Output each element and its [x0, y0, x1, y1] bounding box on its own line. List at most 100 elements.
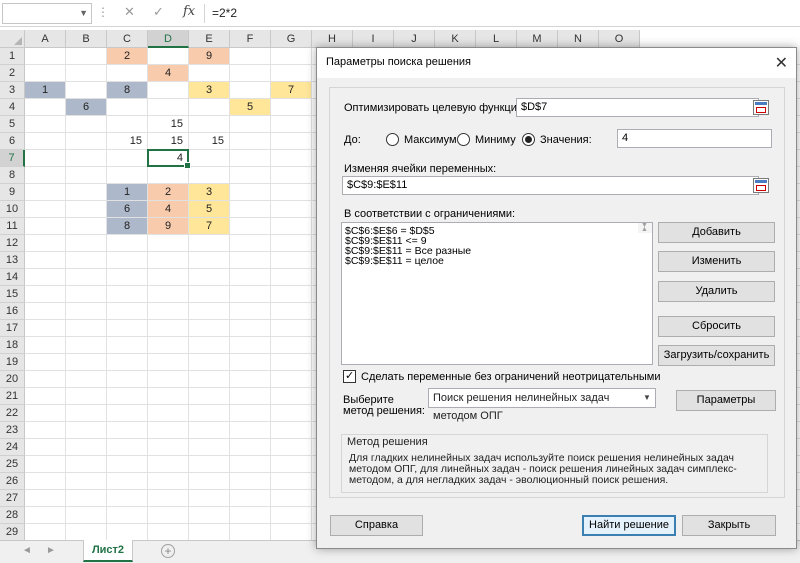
row-header-19[interactable]: 19 [0, 354, 25, 371]
chevron-down-icon[interactable]: ▼ [79, 8, 88, 18]
nonnegative-checkbox[interactable] [343, 369, 356, 383]
row-header-11[interactable]: 11 [0, 218, 25, 235]
load-save-button[interactable]: Загрузить/сохранить [658, 345, 775, 366]
chevron-down-icon[interactable]: ▼ [639, 389, 655, 407]
range-select-icon[interactable] [753, 100, 769, 115]
cell-d2[interactable]: 4 [148, 65, 188, 81]
enter-icon[interactable]: ✓ [153, 4, 164, 20]
prev-sheet-icon[interactable]: ◄ [22, 545, 32, 556]
row-header-6[interactable]: 6 [0, 133, 25, 150]
close-icon[interactable]: ✕ [775, 53, 788, 73]
constraints-list[interactable]: $C$6:$E$6 = $D$5 $C$9:$E$11 <= 9 $C$9:$E… [341, 222, 653, 365]
row-header-14[interactable]: 14 [0, 269, 25, 286]
row-header-3[interactable]: 3 [0, 82, 25, 99]
scrollbar[interactable]: ▲ ▼ [638, 221, 652, 233]
row-header-9[interactable]: 9 [0, 184, 25, 201]
row-header-22[interactable]: 22 [0, 405, 25, 422]
cell-a3[interactable]: 1 [25, 82, 65, 98]
row-header-26[interactable]: 26 [0, 473, 25, 490]
row-header-12[interactable]: 12 [0, 235, 25, 252]
row-header-1[interactable]: 1 [0, 48, 25, 65]
column-header-a[interactable]: A [25, 30, 66, 48]
row-header-5[interactable]: 5 [0, 116, 25, 133]
cell-g3[interactable]: 7 [271, 82, 311, 98]
column-header-i[interactable]: I [353, 30, 394, 48]
cell-d11[interactable]: 9 [148, 218, 188, 234]
objective-input[interactable]: $D$7 [516, 98, 759, 117]
cell-e11[interactable]: 7 [189, 218, 229, 234]
cell-e1[interactable]: 9 [189, 48, 229, 64]
row-header-2[interactable]: 2 [0, 65, 25, 82]
row-header-13[interactable]: 13 [0, 252, 25, 269]
row-header-15[interactable]: 15 [0, 286, 25, 303]
cell-b4[interactable]: 6 [66, 99, 106, 115]
target-value-input[interactable]: 4 [617, 129, 772, 148]
list-item[interactable]: $C$9:$E$11 = целое [345, 256, 652, 267]
row-header-17[interactable]: 17 [0, 320, 25, 337]
column-header-f[interactable]: F [230, 30, 271, 48]
column-header-o[interactable]: O [599, 30, 640, 48]
cell-d10[interactable]: 4 [148, 201, 188, 217]
cell-c10[interactable]: 6 [107, 201, 147, 217]
radio-max[interactable] [386, 133, 399, 146]
row-header-25[interactable]: 25 [0, 456, 25, 473]
cell-d6[interactable]: 15 [148, 133, 188, 149]
cell-c1[interactable]: 2 [107, 48, 147, 64]
range-select-icon[interactable] [753, 178, 769, 193]
column-header-n[interactable]: N [558, 30, 599, 48]
cancel-icon[interactable]: ✕ [124, 4, 135, 20]
cell-c6[interactable]: 15 [107, 133, 147, 149]
row-header-8[interactable]: 8 [0, 167, 25, 184]
options-button[interactable]: Параметры [676, 390, 776, 411]
cell-f4[interactable]: 5 [230, 99, 270, 115]
column-header-g[interactable]: G [271, 30, 312, 48]
row-header-16[interactable]: 16 [0, 303, 25, 320]
row-header-18[interactable]: 18 [0, 337, 25, 354]
row-header-27[interactable]: 27 [0, 490, 25, 507]
row-header-7[interactable]: 7 [0, 150, 25, 167]
active-cell-border[interactable] [147, 149, 191, 169]
cell-c11[interactable]: 8 [107, 218, 147, 234]
column-header-l[interactable]: L [476, 30, 517, 48]
close-button[interactable]: Закрыть [682, 515, 776, 536]
delete-button[interactable]: Удалить [658, 281, 775, 302]
radio-value[interactable] [522, 133, 535, 146]
column-header-m[interactable]: M [517, 30, 558, 48]
column-header-c[interactable]: C [107, 30, 148, 48]
column-header-e[interactable]: E [189, 30, 230, 48]
column-header-j[interactable]: J [394, 30, 435, 48]
change-button[interactable]: Изменить [658, 251, 775, 272]
variables-input[interactable]: $C$9:$E$11 [342, 176, 759, 195]
sheet-tab[interactable]: Лист2 [83, 540, 133, 562]
add-button[interactable]: Добавить [658, 222, 775, 243]
column-header-b[interactable]: B [66, 30, 107, 48]
insert-function-icon[interactable]: fx [183, 4, 195, 19]
scroll-down-icon[interactable]: ▼ [641, 221, 648, 231]
row-header-4[interactable]: 4 [0, 99, 25, 116]
column-header-d[interactable]: D [148, 30, 189, 48]
row-header-21[interactable]: 21 [0, 388, 25, 405]
cell-e9[interactable]: 3 [189, 184, 229, 200]
solve-button[interactable]: Найти решение [582, 515, 676, 536]
help-button[interactable]: Справка [330, 515, 423, 536]
cell-d9[interactable]: 2 [148, 184, 188, 200]
next-sheet-icon[interactable]: ► [46, 545, 56, 556]
radio-min[interactable] [457, 133, 470, 146]
cell-e10[interactable]: 5 [189, 201, 229, 217]
column-header-k[interactable]: K [435, 30, 476, 48]
row-header-20[interactable]: 20 [0, 371, 25, 388]
method-select[interactable]: Поиск решения нелинейных задач методом О… [428, 388, 656, 422]
reset-button[interactable]: Сбросить [658, 316, 775, 337]
row-header-23[interactable]: 23 [0, 422, 25, 439]
cell-e6[interactable]: 15 [189, 133, 229, 149]
row-header-29[interactable]: 29 [0, 524, 25, 541]
cell-c3[interactable]: 8 [107, 82, 147, 98]
formula-input[interactable]: =2*2 [212, 6, 237, 20]
select-all-button[interactable] [0, 30, 25, 48]
cell-d5[interactable]: 15 [148, 116, 188, 132]
column-header-h[interactable]: H [312, 30, 353, 48]
name-box[interactable]: ▼ [2, 3, 92, 24]
add-sheet-icon[interactable]: + [161, 544, 175, 558]
row-header-24[interactable]: 24 [0, 439, 25, 456]
cell-c9[interactable]: 1 [107, 184, 147, 200]
